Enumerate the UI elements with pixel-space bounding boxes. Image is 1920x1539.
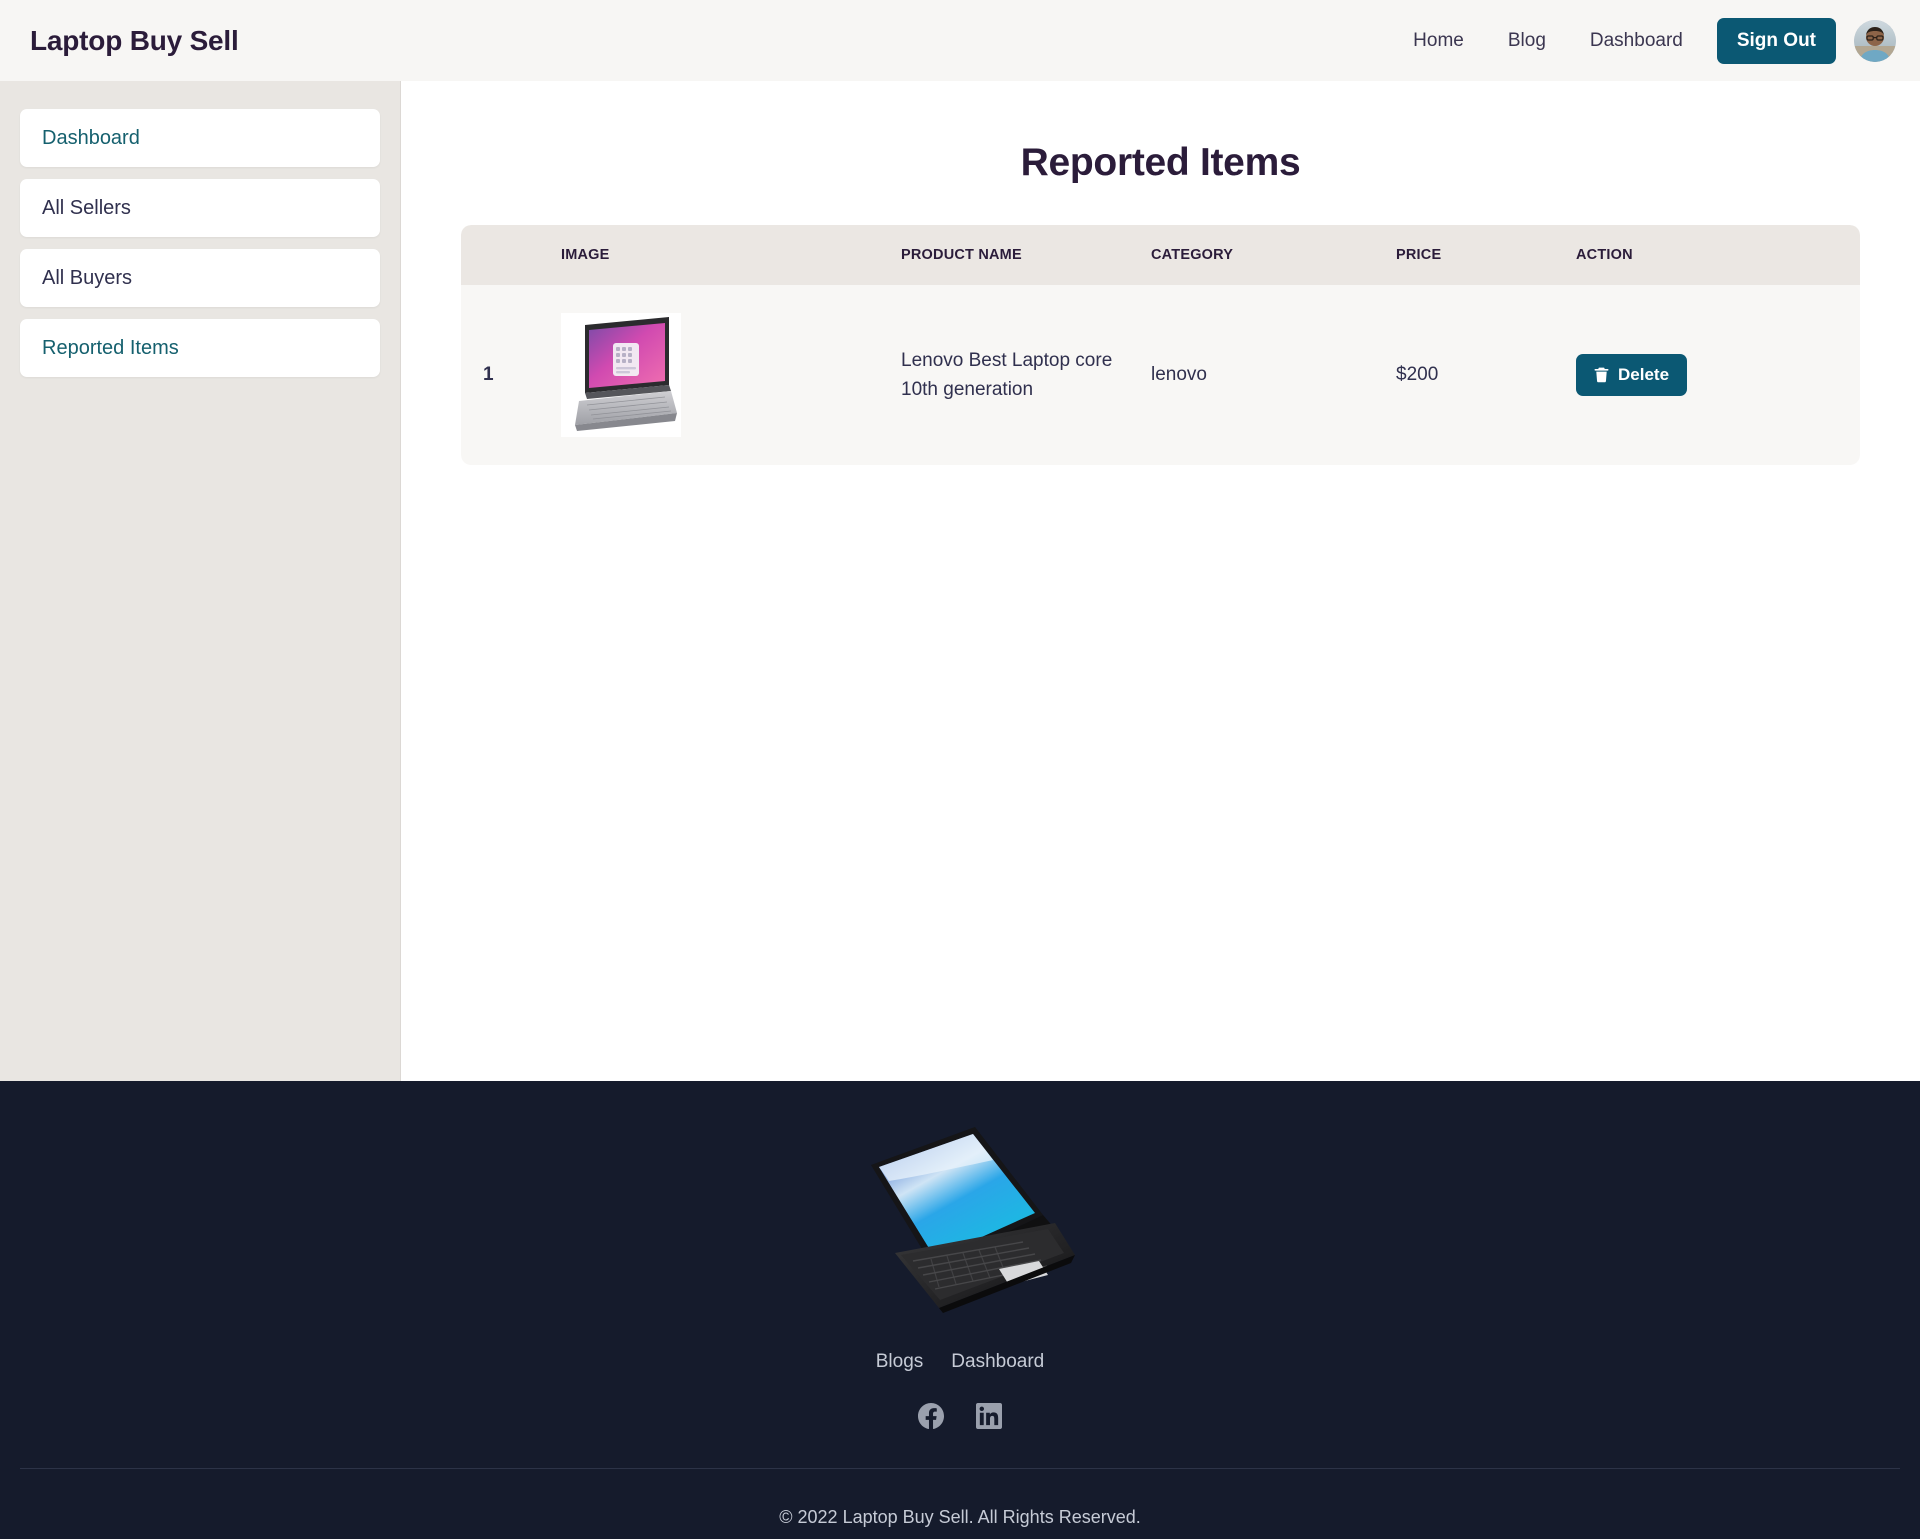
delete-button[interactable]: Delete (1576, 354, 1688, 396)
copyright-text: © 2022 Laptop Buy Sell. All Rights Reser… (779, 1507, 1141, 1527)
sign-out-button[interactable]: Sign Out (1716, 17, 1836, 64)
row-action-cell: Delete (1576, 285, 1860, 465)
trash-icon (1594, 367, 1609, 383)
linkedin-icon[interactable] (976, 1403, 1002, 1434)
column-header-index (461, 225, 561, 285)
column-header-price: PRICE (1396, 247, 1442, 263)
row-product-name: Lenovo Best Laptop core 10th generation (901, 349, 1113, 400)
column-header-product-name: PRODUCT NAME (901, 247, 1022, 263)
sidebar-item-label: Reported Items (42, 336, 179, 359)
table-body: 1 Lenovo Best Laptop core 10th generatio… (461, 285, 1860, 465)
row-price: $200 (1396, 364, 1439, 385)
page-title: Reported Items (1020, 141, 1301, 184)
row-product-image-cell (561, 285, 901, 465)
column-header-category: CATEGORY (1151, 247, 1234, 263)
row-index: 1 (483, 364, 494, 385)
sidebar-item-label: Dashboard (42, 126, 140, 149)
sidebar-item-label: All Buyers (42, 266, 133, 289)
sidebar-item-all-sellers[interactable]: All Sellers (20, 179, 380, 237)
navbar-right-group: Home Blog Dashboard Sign Out (1391, 17, 1896, 64)
sidebar-item-label: All Sellers (42, 196, 131, 219)
footer-link-dashboard[interactable]: Dashboard (951, 1351, 1044, 1373)
user-avatar[interactable] (1854, 19, 1896, 62)
page-body: Dashboard All Sellers All Buyers Reporte… (0, 81, 1920, 1081)
footer-social-links (918, 1403, 1002, 1434)
footer-link-blogs[interactable]: Blogs (876, 1351, 924, 1373)
site-footer: Blogs Dashboard © 2022 Laptop Buy Sell. … (0, 1081, 1920, 1539)
table-header: IMAGE PRODUCT NAME CATEGORY PRICE ACTION (461, 225, 1860, 285)
table-row: 1 Lenovo Best Laptop core 10th generatio… (461, 285, 1860, 465)
top-navbar: Laptop Buy Sell Home Blog Dashboard Sign… (0, 0, 1920, 81)
main-content: Reported Items IMAGE PRODUCT NAME CATEGO… (401, 81, 1920, 1081)
sidebar-item-reported-items[interactable]: Reported Items (20, 319, 380, 377)
sidebar-item-dashboard[interactable]: Dashboard (20, 109, 380, 167)
column-header-image: IMAGE (561, 247, 610, 263)
footer-divider (20, 1468, 1900, 1469)
footer-laptop-logo (843, 1103, 1078, 1323)
sidebar: Dashboard All Sellers All Buyers Reporte… (0, 81, 401, 1081)
table-header-row: IMAGE PRODUCT NAME CATEGORY PRICE ACTION (461, 225, 1860, 285)
nav-link-home[interactable]: Home (1391, 20, 1486, 62)
brand-title: Laptop Buy Sell (30, 24, 239, 56)
product-image (561, 313, 901, 437)
delete-button-label: Delete (1618, 365, 1670, 384)
row-category: lenovo (1151, 364, 1207, 385)
nav-link-dashboard[interactable]: Dashboard (1568, 20, 1705, 62)
column-header-action: ACTION (1576, 247, 1633, 263)
reported-items-table: IMAGE PRODUCT NAME CATEGORY PRICE ACTION… (461, 225, 1860, 465)
sidebar-item-all-buyers[interactable]: All Buyers (20, 249, 380, 307)
nav-link-blog[interactable]: Blog (1486, 20, 1568, 62)
facebook-icon[interactable] (918, 1403, 944, 1434)
footer-links: Blogs Dashboard (876, 1351, 1044, 1373)
